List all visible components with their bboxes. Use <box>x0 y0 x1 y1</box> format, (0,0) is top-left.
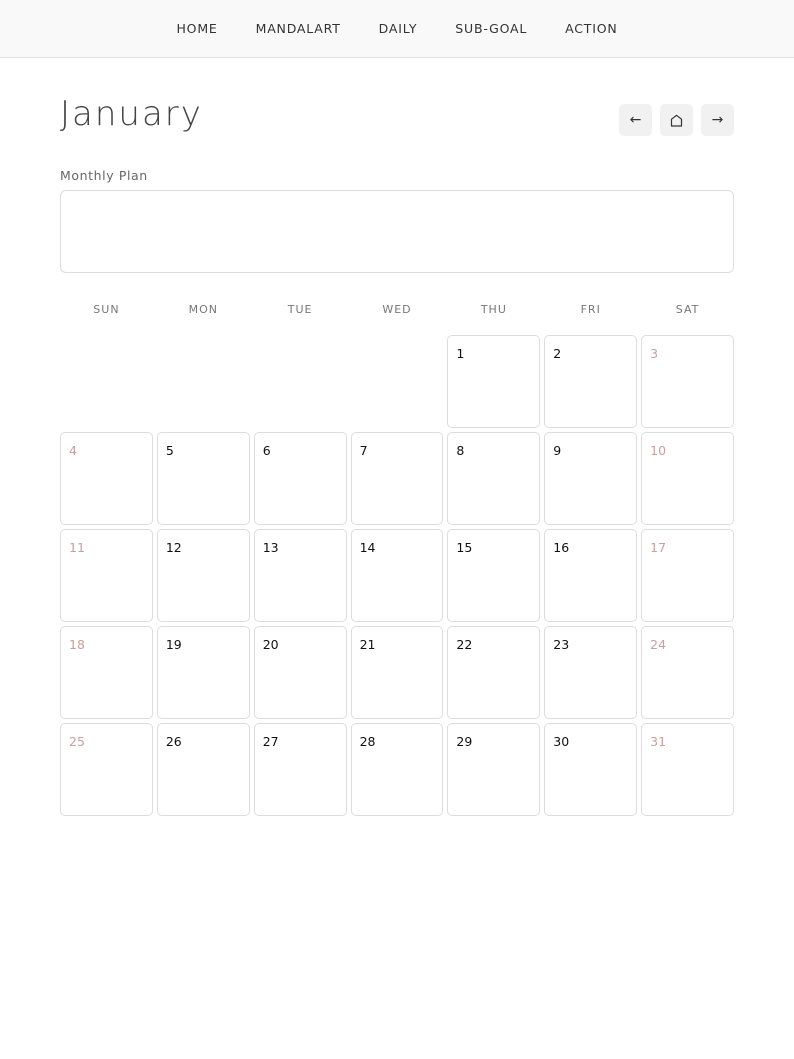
nav-item-sub-goal[interactable]: SUB-GOAL <box>455 21 527 36</box>
calendar-day-cell[interactable]: 6 <box>253 432 347 525</box>
day-number: 1 <box>456 346 465 361</box>
weekday-label: MON <box>188 303 218 316</box>
monthly-plan-input[interactable] <box>60 190 734 273</box>
calendar-day-cell[interactable]: 25 <box>60 723 153 816</box>
calendar-day-cell[interactable]: 5 <box>156 432 250 525</box>
calendar-day-cell[interactable]: 15 <box>447 529 541 622</box>
calendar-day-cell[interactable]: 11 <box>60 529 153 622</box>
day-number: 24 <box>650 637 667 652</box>
month-controls: ← → <box>619 104 734 136</box>
calendar-grid: 1 2 3 4 5 6 7 8 9 10 11 12 13 14 15 16 17 18 19 20 21 22 23 24 2… <box>60 335 734 816</box>
day-number: 2 <box>553 346 562 361</box>
calendar-day-cell[interactable]: 8 <box>447 432 541 525</box>
day-number: 13 <box>262 540 279 555</box>
calendar-day-cell[interactable]: 20 <box>253 626 347 719</box>
calendar-day-cell[interactable]: 24 <box>641 626 734 719</box>
day-number: 17 <box>650 540 667 555</box>
day-number: 29 <box>456 734 473 749</box>
day-number: 26 <box>165 734 182 749</box>
calendar-day-cell[interactable]: 31 <box>641 723 734 816</box>
day-number: 15 <box>456 540 473 555</box>
day-number: 12 <box>165 540 182 555</box>
day-number: 31 <box>650 734 667 749</box>
calendar-day-cell[interactable]: 17 <box>641 529 734 622</box>
day-number: 22 <box>456 637 473 652</box>
day-number: 27 <box>262 734 279 749</box>
day-number: 30 <box>553 734 570 749</box>
monthly-plan-label: Monthly Plan <box>60 168 148 183</box>
calendar-day-cell[interactable]: 28 <box>350 723 444 816</box>
day-number: 23 <box>553 637 570 652</box>
calendar-day-cell[interactable]: 23 <box>544 626 638 719</box>
weekday-label: THU <box>480 303 507 316</box>
day-number: 7 <box>359 443 368 458</box>
calendar-day-cell[interactable]: 26 <box>156 723 250 816</box>
nav-item-action[interactable]: ACTION <box>565 21 617 36</box>
calendar-empty-cell <box>351 335 444 428</box>
calendar-day-cell[interactable]: 19 <box>156 626 250 719</box>
day-number: 8 <box>456 443 465 458</box>
calendar-day-cell[interactable]: 21 <box>350 626 444 719</box>
calendar-day-cell[interactable]: 2 <box>544 335 638 428</box>
calendar-day-cell[interactable]: 7 <box>350 432 444 525</box>
next-month-button[interactable]: → <box>701 104 734 136</box>
nav-item-daily[interactable]: DAILY <box>379 21 418 36</box>
day-number: 16 <box>553 540 570 555</box>
calendar-empty-cell <box>157 335 250 428</box>
calendar-day-cell[interactable]: 30 <box>544 723 638 816</box>
day-number: 14 <box>359 540 376 555</box>
weekday-label: TUE <box>287 303 313 316</box>
home-icon <box>670 114 683 127</box>
calendar-empty-cell <box>254 335 347 428</box>
day-number: 10 <box>650 443 667 458</box>
weekday-label: FRI <box>580 303 601 316</box>
day-number: 11 <box>69 540 85 555</box>
day-number: 28 <box>359 734 376 749</box>
weekday-label: SUN <box>93 303 120 316</box>
day-number: 6 <box>262 443 271 458</box>
calendar-day-cell[interactable]: 29 <box>447 723 541 816</box>
month-title: January <box>60 94 203 134</box>
weekday-header: SUN MON TUE WED THU FRI SAT <box>60 303 734 316</box>
calendar-empty-cell <box>60 335 153 428</box>
day-number: 9 <box>553 443 562 458</box>
calendar-day-cell[interactable]: 14 <box>350 529 444 622</box>
calendar-day-cell[interactable]: 18 <box>60 626 153 719</box>
day-number: 20 <box>262 637 279 652</box>
calendar-day-cell[interactable]: 10 <box>641 432 734 525</box>
nav-item-mandalart[interactable]: MANDALART <box>256 21 341 36</box>
day-number: 25 <box>69 734 85 749</box>
calendar-day-cell[interactable]: 16 <box>544 529 638 622</box>
calendar-day-cell[interactable]: 1 <box>447 335 541 428</box>
nav-item-home[interactable]: HOME <box>176 21 217 36</box>
calendar-day-cell[interactable]: 9 <box>544 432 638 525</box>
calendar-day-cell[interactable]: 27 <box>253 723 347 816</box>
calendar-day-cell[interactable]: 13 <box>253 529 347 622</box>
day-number: 4 <box>69 443 77 458</box>
weekday-label: SAT <box>675 303 700 316</box>
previous-month-button[interactable]: ← <box>619 104 652 136</box>
current-month-button[interactable] <box>660 104 693 136</box>
calendar-day-cell[interactable]: 12 <box>156 529 250 622</box>
weekday-label: WED <box>382 303 412 316</box>
day-number: 5 <box>165 443 174 458</box>
day-number: 3 <box>650 346 659 361</box>
day-number: 19 <box>165 637 182 652</box>
calendar-day-cell[interactable]: 22 <box>447 626 541 719</box>
calendar-day-cell[interactable]: 3 <box>641 335 734 428</box>
calendar-day-cell[interactable]: 4 <box>60 432 153 525</box>
day-number: 18 <box>69 637 85 652</box>
top-navigation: HOME MANDALART DAILY SUB-GOAL ACTION <box>0 0 794 58</box>
day-number: 21 <box>359 637 376 652</box>
